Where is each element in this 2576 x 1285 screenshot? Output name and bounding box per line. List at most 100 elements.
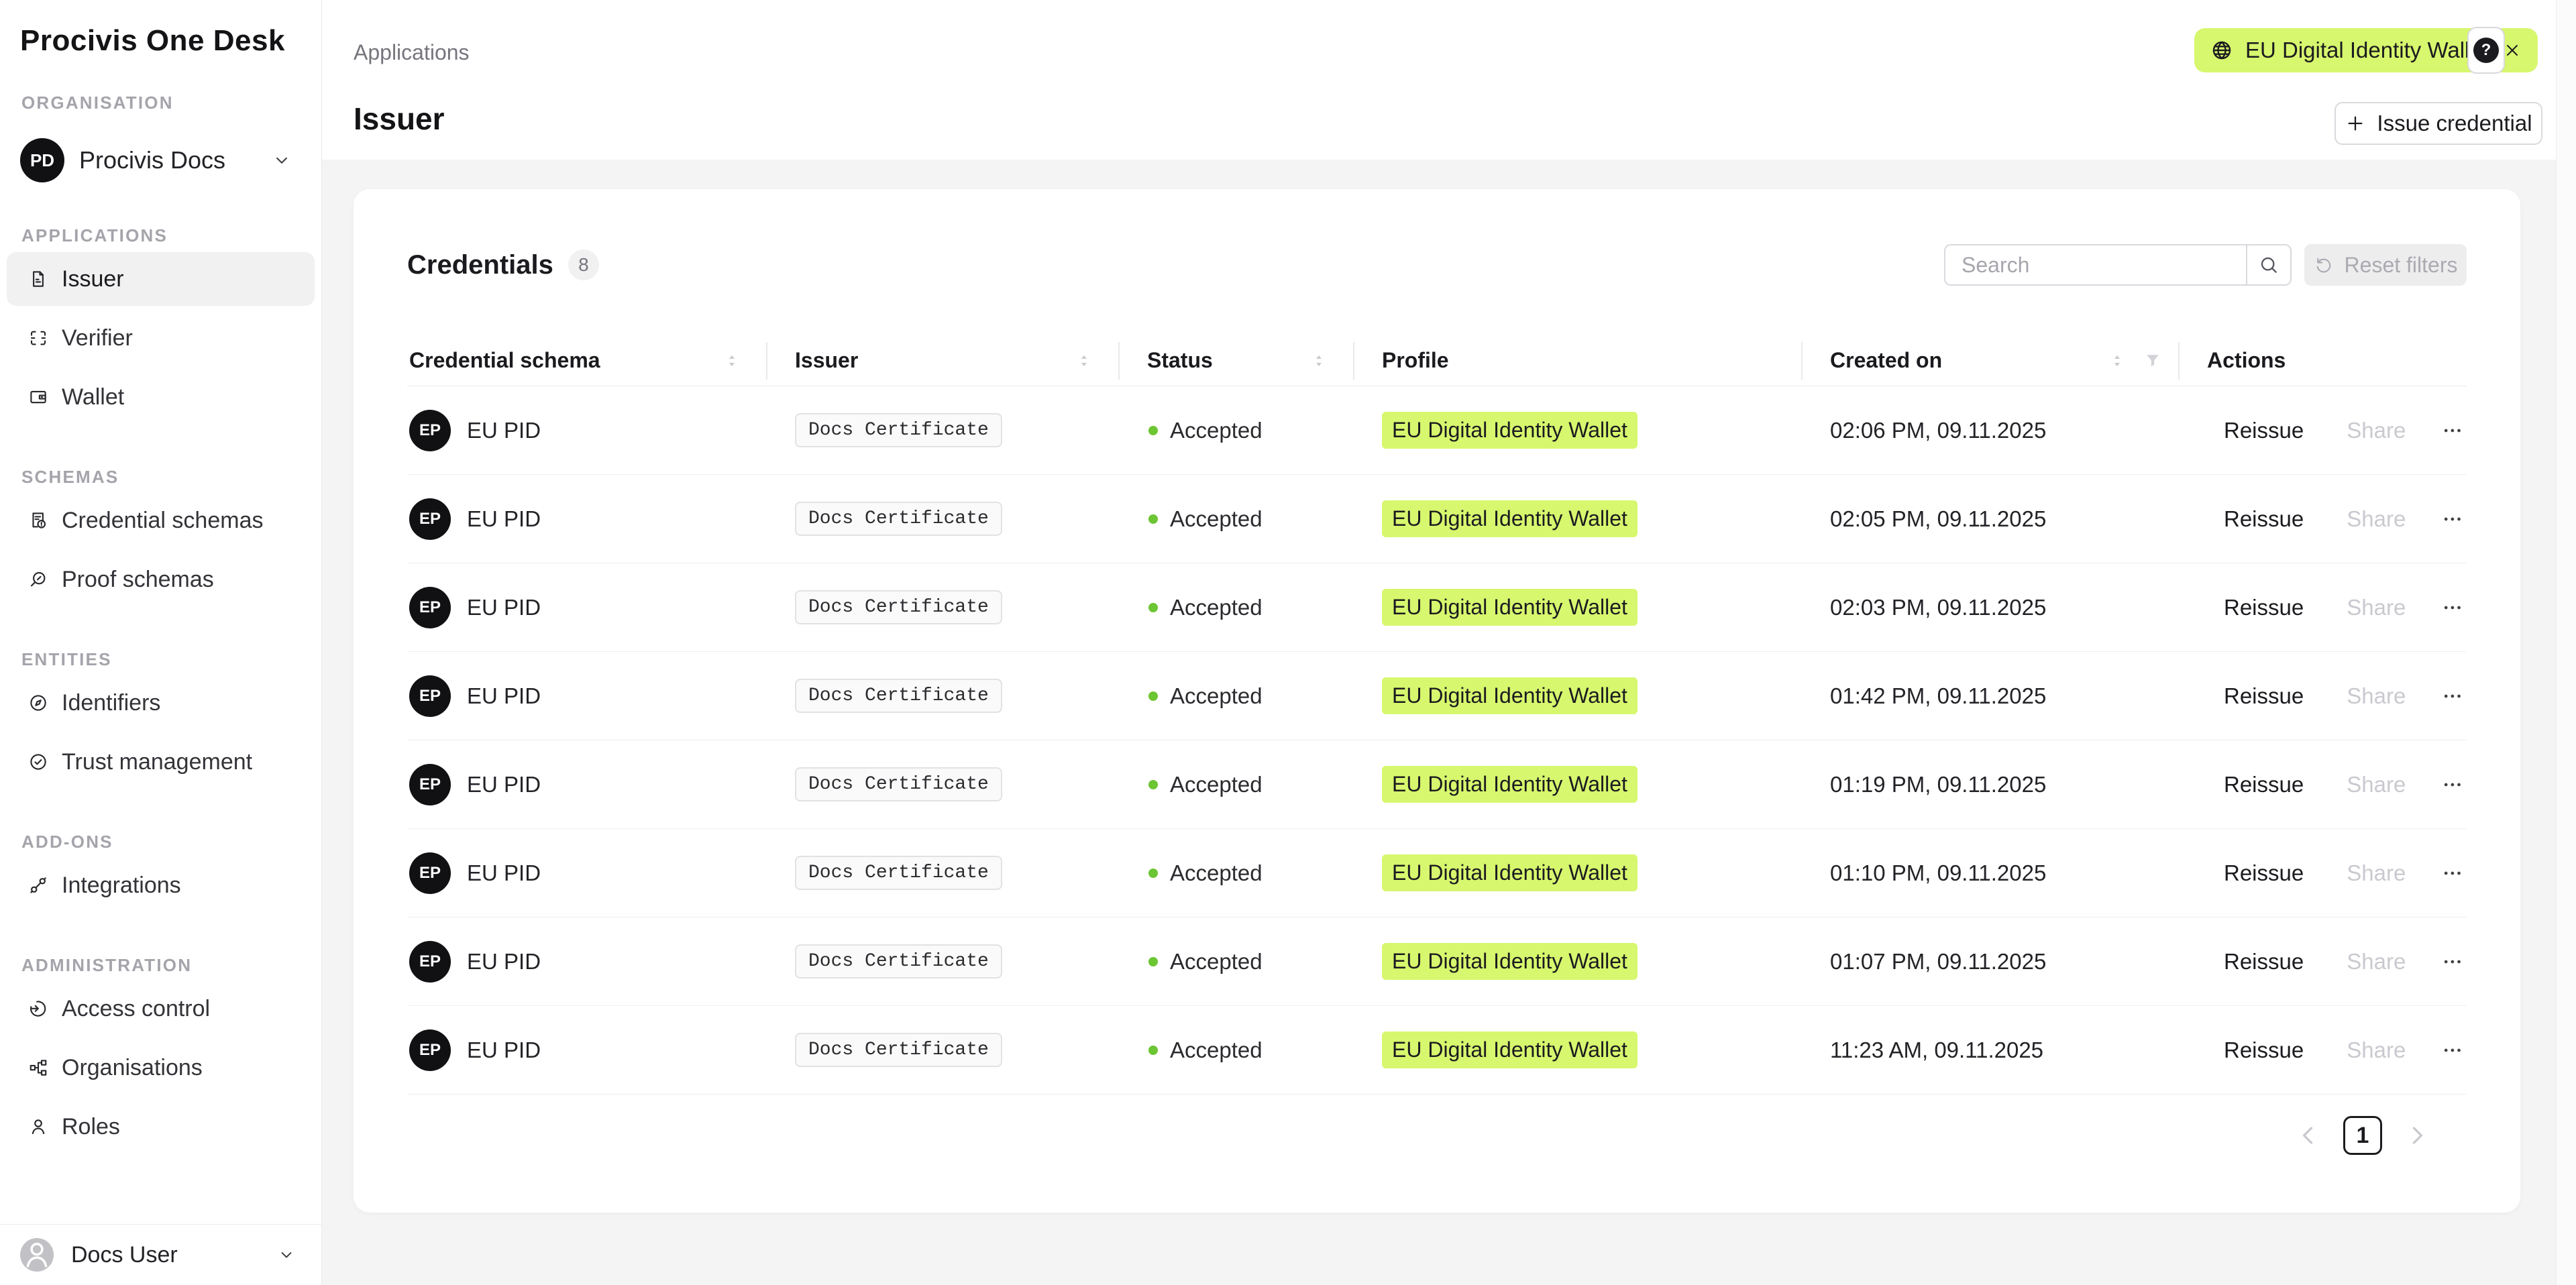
filter-icon[interactable] bbox=[2143, 351, 2162, 371]
sidebar-item-label: Proof schemas bbox=[62, 567, 214, 593]
schema-avatar: EP bbox=[409, 498, 451, 540]
sidebar-item-label: Identifiers bbox=[62, 690, 160, 716]
person-icon bbox=[28, 1117, 48, 1137]
reissue-button[interactable]: Reissue bbox=[2224, 772, 2304, 797]
issuer-chip: Docs Certificate bbox=[795, 944, 1002, 979]
reissue-button[interactable]: Reissue bbox=[2224, 506, 2304, 532]
section-label-organisation: ORGANISATION bbox=[21, 93, 321, 114]
breadcrumb[interactable]: Applications bbox=[354, 40, 470, 65]
question-icon: ? bbox=[2473, 38, 2499, 63]
sidebar: Procivis One Desk ORGANISATION PD Prociv… bbox=[0, 0, 322, 1285]
page-number[interactable]: 1 bbox=[2343, 1116, 2382, 1155]
organisation-switcher[interactable]: PD Procivis Docs bbox=[20, 138, 301, 182]
column-label: Status bbox=[1145, 348, 1213, 373]
section-label-applications: APPLICATIONS bbox=[21, 225, 321, 247]
proof-schema-icon bbox=[28, 569, 48, 590]
wallet-icon bbox=[28, 387, 48, 407]
help-button[interactable]: ? bbox=[2467, 27, 2505, 74]
schema-avatar: EP bbox=[409, 675, 451, 717]
column-label: Actions bbox=[2205, 348, 2286, 373]
search-input[interactable] bbox=[1945, 253, 2246, 278]
status-dot bbox=[1148, 1046, 1158, 1055]
chevron-left-icon[interactable] bbox=[2294, 1121, 2323, 1150]
sidebar-item-proof-schemas[interactable]: Proof schemas bbox=[7, 553, 315, 606]
panel-controls: Reset filters bbox=[1944, 244, 2467, 286]
app-title: Procivis One Desk bbox=[20, 24, 321, 58]
issue-credential-button[interactable]: Issue credential bbox=[2334, 102, 2542, 145]
issue-credential-label: Issue credential bbox=[2377, 111, 2532, 136]
status-dot bbox=[1148, 780, 1158, 789]
sidebar-item-integrations[interactable]: Integrations bbox=[7, 858, 315, 912]
sidebar-item-wallet[interactable]: Wallet bbox=[7, 370, 315, 424]
sidebar-item-identifiers[interactable]: Identifiers bbox=[7, 676, 315, 730]
access-icon bbox=[28, 999, 48, 1019]
sidebar-item-access-control[interactable]: Access control bbox=[7, 982, 315, 1036]
issuer-chip: Docs Certificate bbox=[795, 856, 1002, 890]
organisation-avatar: PD bbox=[20, 138, 64, 182]
sidebar-item-trust-management[interactable]: Trust management bbox=[7, 735, 315, 789]
share-button[interactable]: Share bbox=[2347, 595, 2406, 620]
scan-icon bbox=[28, 328, 48, 348]
schema-avatar: EP bbox=[409, 1029, 451, 1071]
share-button[interactable]: Share bbox=[2347, 772, 2406, 797]
more-icon[interactable] bbox=[2440, 416, 2465, 445]
share-button[interactable]: Share bbox=[2347, 949, 2406, 974]
scrollbar-track[interactable] bbox=[2556, 0, 2576, 1285]
share-button[interactable]: Share bbox=[2347, 683, 2406, 709]
org-icon bbox=[28, 1058, 48, 1078]
column-header-credential-schema[interactable]: Credential schema bbox=[407, 335, 793, 386]
sort-icon[interactable] bbox=[723, 351, 741, 371]
sidebar-item-verifier[interactable]: Verifier bbox=[7, 311, 315, 365]
column-label: Credential schema bbox=[407, 348, 600, 373]
reissue-button[interactable]: Reissue bbox=[2224, 418, 2304, 443]
table-row: EPEU PID Docs Certificate Accepted EU Di… bbox=[407, 740, 2467, 829]
column-header-issuer[interactable]: Issuer bbox=[793, 335, 1145, 386]
reissue-button[interactable]: Reissue bbox=[2224, 1038, 2304, 1063]
search-button[interactable] bbox=[2247, 244, 2290, 286]
sidebar-item-label: Access control bbox=[62, 996, 210, 1022]
column-header-created-on[interactable]: Created on bbox=[1828, 335, 2205, 386]
column-header-actions: Actions bbox=[2205, 335, 2465, 386]
close-icon[interactable] bbox=[2503, 41, 2522, 60]
share-button[interactable]: Share bbox=[2347, 506, 2406, 532]
sort-icon[interactable] bbox=[1310, 351, 1328, 371]
more-icon[interactable] bbox=[2440, 858, 2465, 888]
column-header-status[interactable]: Status bbox=[1145, 335, 1380, 386]
reissue-button[interactable]: Reissue bbox=[2224, 595, 2304, 620]
share-button[interactable]: Share bbox=[2347, 1038, 2406, 1063]
sidebar-item-credential-schemas[interactable]: Credential schemas bbox=[7, 494, 315, 547]
sort-icon[interactable] bbox=[2108, 351, 2126, 371]
schema-name: EU PID bbox=[467, 772, 541, 797]
sidebar-item-organisations[interactable]: Organisations bbox=[7, 1041, 315, 1095]
table-row: EPEU PID Docs Certificate Accepted EU Di… bbox=[407, 475, 2467, 563]
schema-name: EU PID bbox=[467, 683, 541, 709]
sidebar-item-label: Verifier bbox=[62, 325, 133, 351]
main-area: Applications EU Digital Identity Wallet … bbox=[322, 0, 2576, 1285]
more-icon[interactable] bbox=[2440, 947, 2465, 976]
reissue-button[interactable]: Reissue bbox=[2224, 949, 2304, 974]
more-icon[interactable] bbox=[2440, 770, 2465, 799]
sidebar-item-label: Trust management bbox=[62, 749, 252, 775]
share-button[interactable]: Share bbox=[2347, 418, 2406, 443]
created-on: 11:23 AM, 09.11.2025 bbox=[1830, 1038, 2043, 1063]
more-icon[interactable] bbox=[2440, 1036, 2465, 1065]
status-text: Accepted bbox=[1170, 949, 1263, 974]
sidebar-item-roles[interactable]: Roles bbox=[7, 1100, 315, 1154]
compass-icon bbox=[28, 693, 48, 713]
reset-filters-button[interactable]: Reset filters bbox=[2304, 244, 2467, 286]
more-icon[interactable] bbox=[2440, 593, 2465, 622]
credentials-table: Credential schemaIssuerStatusProfileCrea… bbox=[354, 335, 2520, 1155]
sidebar-item-issuer[interactable]: Issuer bbox=[7, 252, 315, 306]
reissue-button[interactable]: Reissue bbox=[2224, 860, 2304, 886]
chevron-right-icon[interactable] bbox=[2402, 1121, 2432, 1150]
share-button[interactable]: Share bbox=[2347, 860, 2406, 886]
user-menu[interactable]: Docs User bbox=[0, 1224, 321, 1285]
created-on: 01:07 PM, 09.11.2025 bbox=[1830, 949, 2046, 974]
reissue-button[interactable]: Reissue bbox=[2224, 683, 2304, 709]
section-label-schemas: SCHEMAS bbox=[21, 467, 321, 488]
more-icon[interactable] bbox=[2440, 504, 2465, 534]
top-header: Applications EU Digital Identity Wallet … bbox=[322, 0, 2576, 160]
sort-icon[interactable] bbox=[1075, 351, 1093, 371]
user-avatar bbox=[20, 1238, 54, 1272]
more-icon[interactable] bbox=[2440, 681, 2465, 711]
